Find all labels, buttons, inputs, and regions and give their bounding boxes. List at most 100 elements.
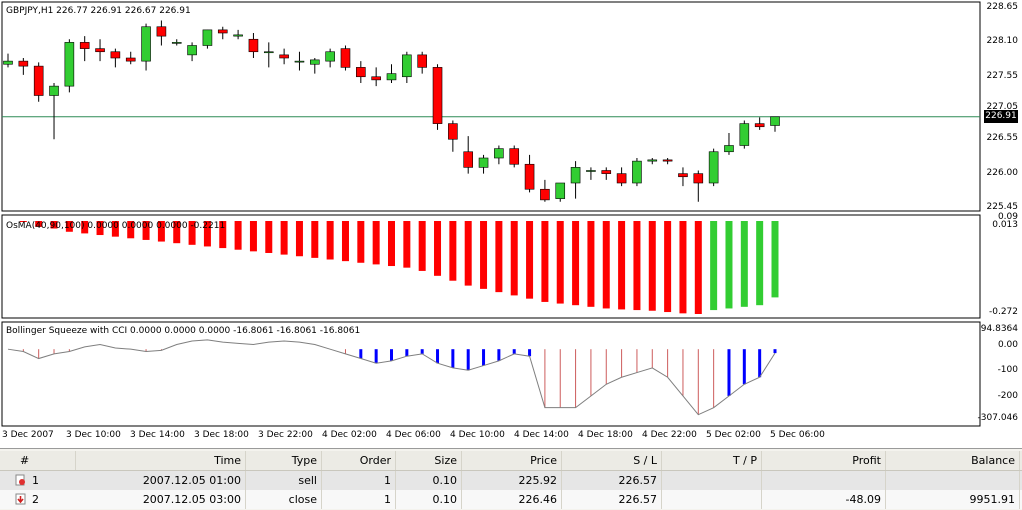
cell-sl: 226.57 <box>562 471 662 490</box>
time-tick-label: 4 Dec 18:00 <box>578 430 633 440</box>
osma-bar <box>311 221 319 258</box>
candle-body <box>708 151 719 184</box>
candle-body <box>524 163 535 190</box>
price-tick-label: 225.45 <box>986 202 1019 212</box>
column-header-number[interactable]: # <box>0 451 76 470</box>
price-tick-label: 227.55 <box>986 70 1019 81</box>
candle-body <box>171 42 182 44</box>
table-row[interactable]: 2 2007.12.05 03:00 close 1 0.10 226.46 2… <box>0 490 1022 509</box>
column-header-size[interactable]: Size <box>396 451 462 470</box>
column-header-tp[interactable]: T / P <box>662 451 762 470</box>
osma-bar <box>602 221 610 309</box>
column-header-order[interactable]: Order <box>322 451 396 470</box>
candle-body <box>294 60 305 63</box>
time-tick-label: 4 Dec 10:00 <box>450 430 505 440</box>
osma-bar <box>694 221 702 314</box>
candle-body <box>3 60 13 65</box>
candle-body <box>586 170 596 172</box>
candle-body <box>739 123 750 146</box>
price-tick-label: 228.65 <box>986 2 1019 12</box>
cell-number: 1 <box>32 474 39 487</box>
osma-bar <box>633 221 641 311</box>
time-tick-label: 4 Dec 22:00 <box>642 430 697 440</box>
candle-body <box>248 38 259 53</box>
candle-body <box>540 188 550 201</box>
osma-bar <box>725 221 733 309</box>
cell-price: 225.92 <box>462 471 562 490</box>
time-tick-label: 3 Dec 18:00 <box>194 430 249 440</box>
column-header-price[interactable]: Price <box>462 451 562 470</box>
price-tick-label: 228.10 <box>986 36 1019 47</box>
osma-bar <box>280 221 288 255</box>
osma-bar <box>756 221 764 306</box>
cell-order: 1 <box>322 490 396 509</box>
osma-bar <box>710 221 718 311</box>
candle-body <box>371 76 381 81</box>
osma-bar <box>618 221 626 310</box>
osma-bar <box>341 221 349 262</box>
candle-body <box>678 173 688 178</box>
cell-price: 226.46 <box>462 490 562 509</box>
candle-body <box>64 42 75 87</box>
column-header-type[interactable]: Type <box>246 451 322 470</box>
cell-order: 1 <box>322 471 396 490</box>
time-tick-label: 3 Dec 10:00 <box>66 430 121 440</box>
osma-bar <box>249 221 257 252</box>
cell-profit: -48.09 <box>762 490 886 509</box>
price-tick-label: 226.55 <box>986 133 1019 144</box>
candle-body <box>601 170 612 174</box>
chart-area[interactable]: GBPJPY,H1 226.77 226.91 226.67 226.91 Os… <box>0 0 1022 446</box>
osma-title: OsMA(40,90,100) 0.0000 0.0000 0.0000 -0.… <box>6 221 226 231</box>
column-header-profit[interactable]: Profit <box>762 451 886 470</box>
candle-body <box>356 67 366 78</box>
osma-bar <box>434 221 442 276</box>
candle-body <box>509 148 520 165</box>
table-header: # Time Type Order Size Price S / L T / P… <box>0 451 1022 471</box>
cell-profit <box>762 471 886 490</box>
column-header-time[interactable]: Time <box>76 451 246 470</box>
cell-balance <box>886 471 1020 490</box>
osma-bar <box>541 221 549 302</box>
candle-body <box>616 173 627 184</box>
osma-bar <box>664 221 672 313</box>
time-tick-label: 5 Dec 06:00 <box>770 430 825 440</box>
osma-bar <box>357 221 365 263</box>
candle-body <box>478 157 489 168</box>
column-header-sl[interactable]: S / L <box>562 451 662 470</box>
candle-body <box>79 42 90 49</box>
cell-type: sell <box>246 471 322 490</box>
candle-body <box>494 148 504 159</box>
osma-bar <box>449 221 457 281</box>
osma-bar <box>495 221 503 293</box>
candle-body <box>402 54 412 78</box>
candle-body <box>202 29 213 46</box>
table-row[interactable]: 1 2007.12.05 01:00 sell 1 0.10 225.92 22… <box>0 471 1022 490</box>
cell-sl: 226.57 <box>562 490 662 509</box>
column-header-balance[interactable]: Balance <box>886 451 1020 470</box>
cell-size: 0.10 <box>396 471 462 490</box>
time-tick-label: 5 Dec 02:00 <box>706 430 761 440</box>
squeeze-tick-label: 0.00 <box>997 340 1018 350</box>
candle-body <box>325 51 335 62</box>
candle-body <box>49 85 59 96</box>
osma-tick-label: -0.272 <box>988 307 1018 317</box>
candle-body <box>309 59 320 65</box>
cell-size: 0.10 <box>396 490 462 509</box>
candle-body <box>693 173 704 184</box>
cell-balance: 9951.91 <box>886 490 1020 509</box>
osma-tick-label: 0.013 <box>992 220 1018 230</box>
candle-body <box>33 65 44 96</box>
osma-bar <box>587 221 595 307</box>
main-chart-title: GBPJPY,H1 226.77 226.91 226.67 226.91 <box>6 6 191 16</box>
cell-tp <box>662 471 762 490</box>
candle-body <box>448 123 458 140</box>
candle-body <box>217 29 228 34</box>
candle-body <box>662 159 673 162</box>
osma-bar <box>526 221 534 299</box>
candle-body <box>386 73 397 81</box>
candle-body <box>141 26 151 62</box>
candle-body <box>754 123 765 128</box>
osma-bar <box>510 221 518 296</box>
osma-bar <box>740 221 748 307</box>
trades-table: # Time Type Order Size Price S / L T / P… <box>0 448 1022 510</box>
